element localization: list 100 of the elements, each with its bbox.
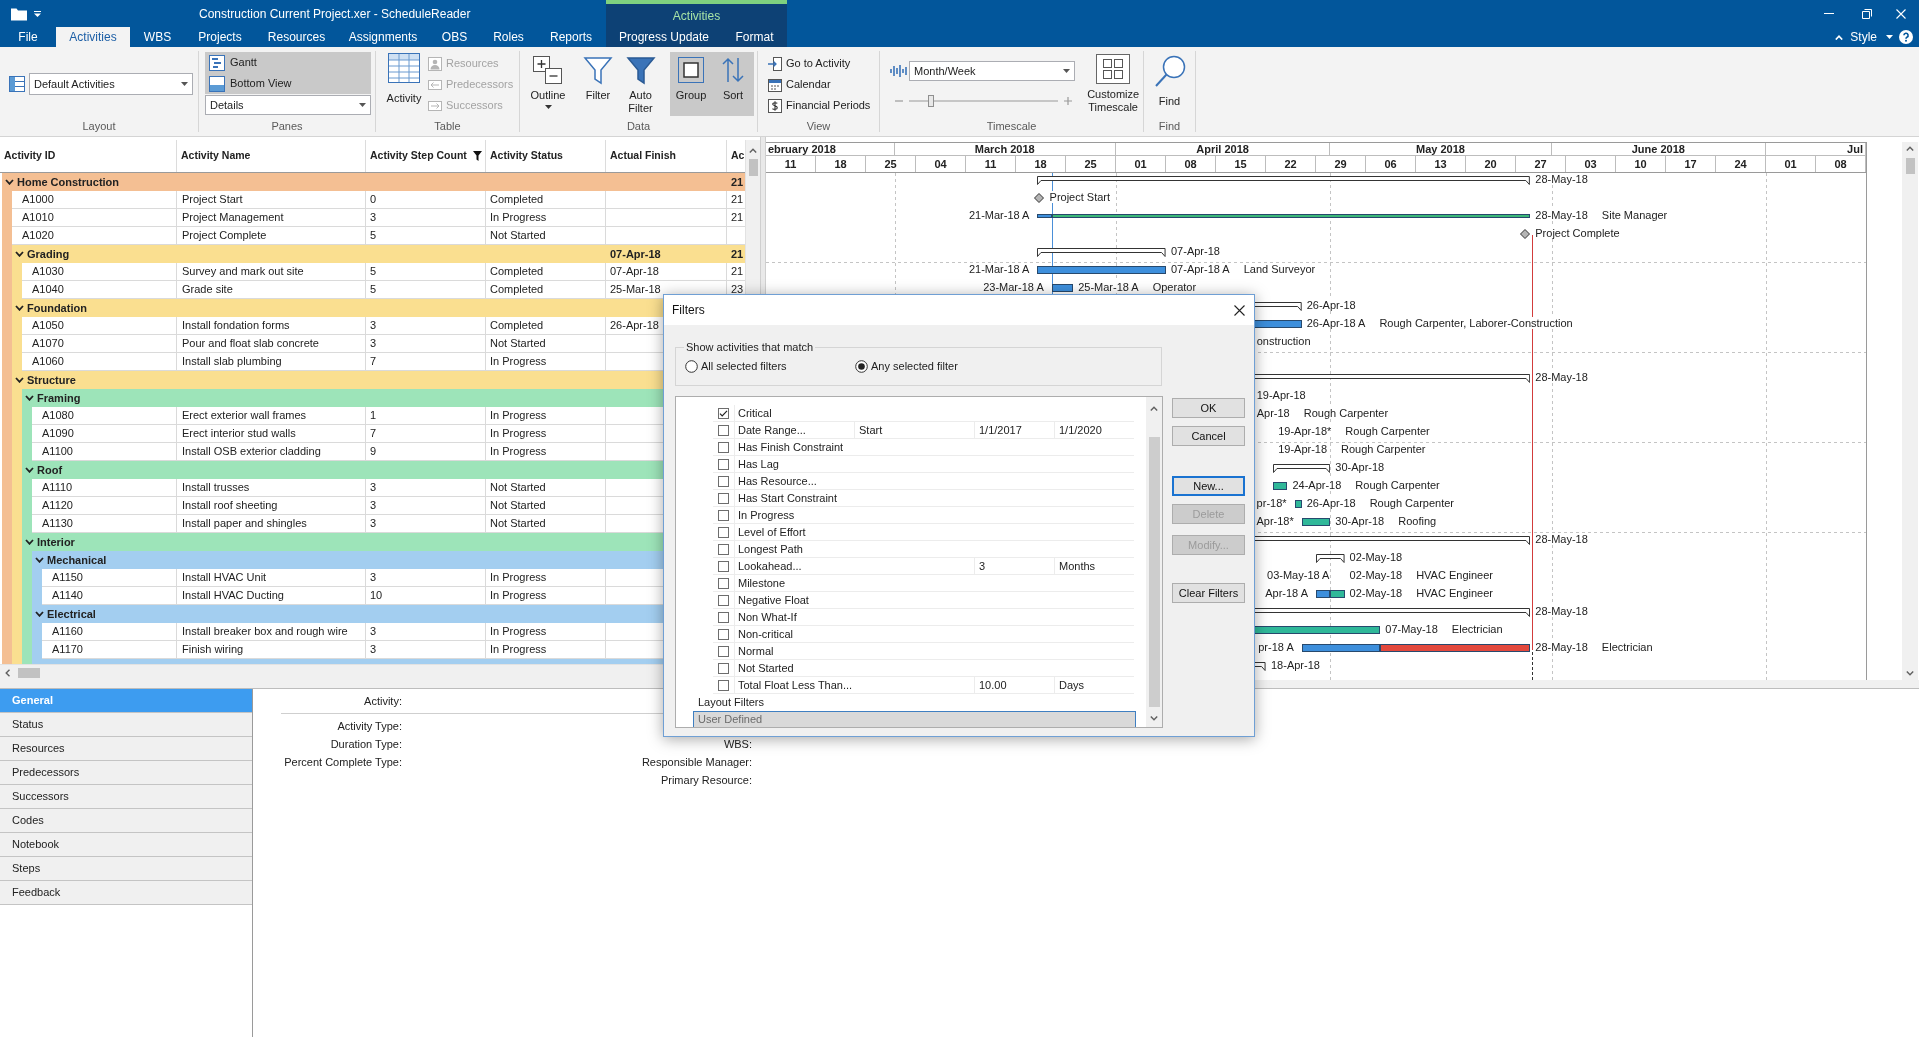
week-label: 17 bbox=[1666, 156, 1716, 172]
activity-id: A1150 bbox=[51, 570, 84, 586]
group-label: Find bbox=[1158, 119, 1181, 135]
bar-label: 26-Apr-18 bbox=[1306, 299, 1356, 311]
bar-label: 03-May-18 A bbox=[1267, 569, 1330, 581]
week-label: 25 bbox=[1066, 156, 1116, 172]
activity-id: A1140 bbox=[51, 588, 84, 604]
group-label: Layout bbox=[82, 119, 116, 135]
bar-label: 21-Mar-18 A bbox=[968, 263, 1030, 275]
filter-name: Has Start Constraint bbox=[734, 490, 854, 506]
filter-value: 10.00 bbox=[974, 677, 1054, 693]
activity-name: Project Complete bbox=[181, 228, 268, 244]
step-count: 3 bbox=[369, 570, 378, 586]
step-count: 10 bbox=[369, 588, 384, 604]
bar-label: 28-May-18 bbox=[1535, 371, 1588, 383]
group-name: Grading bbox=[27, 246, 70, 262]
activity-id: A1160 bbox=[51, 624, 84, 640]
activity-id: A1080 bbox=[41, 408, 75, 424]
week-label: 01 bbox=[1766, 156, 1816, 172]
activity-status: In Progress bbox=[489, 624, 548, 640]
step-count: 3 bbox=[369, 642, 378, 658]
step-count: 3 bbox=[369, 624, 378, 640]
bar-label: 30-Apr-18 bbox=[1335, 461, 1385, 473]
bar-label: Apr-18* bbox=[1256, 515, 1294, 527]
week-label: 01 bbox=[1116, 156, 1166, 172]
resource-label: Land Surveyor bbox=[1243, 263, 1316, 275]
week-label: 10 bbox=[1616, 156, 1666, 172]
dialog-title: Filters bbox=[672, 302, 705, 319]
activity-id: A1020 bbox=[21, 228, 55, 244]
bar-label: Project Start bbox=[1049, 191, 1111, 203]
activity-status: Completed bbox=[489, 264, 545, 280]
resource-label: Rough Carpenter bbox=[1345, 425, 1430, 437]
field-label: Percent Complete Type: bbox=[284, 754, 402, 770]
filter-name: Non-critical bbox=[734, 626, 854, 642]
step-count: 3 bbox=[369, 480, 378, 496]
activity-status: In Progress bbox=[489, 444, 548, 460]
month-label: June 2018 bbox=[1551, 143, 1766, 156]
filter-name: Has Finish Constraint bbox=[734, 439, 854, 455]
activity-name: Install HVAC Ducting bbox=[181, 588, 285, 604]
activity-name: Install fondation forms bbox=[181, 318, 291, 334]
week-label: 29 bbox=[1316, 156, 1366, 172]
activity-name: Grade site bbox=[181, 282, 234, 298]
bar-label: 07-Apr-18 bbox=[1171, 245, 1220, 257]
field-label: Duration Type: bbox=[330, 736, 402, 752]
step-count: 5 bbox=[369, 264, 378, 280]
resource-label: HVAC Engineer bbox=[1416, 587, 1493, 599]
activity-name: Pour and float slab concrete bbox=[181, 336, 320, 352]
bar-label: 18-Apr-18 bbox=[1271, 659, 1320, 671]
bar-label: 28-May-18 bbox=[1535, 209, 1588, 221]
activity-id: A1110 bbox=[41, 480, 74, 496]
activity-status: In Progress bbox=[489, 426, 548, 442]
step-count: 1 bbox=[369, 408, 378, 424]
week-label: 06 bbox=[1366, 156, 1416, 172]
step-count: 0 bbox=[369, 192, 378, 208]
filter-value: Months bbox=[1054, 558, 1134, 574]
week-label: 24 bbox=[1716, 156, 1766, 172]
filter-name: Longest Path bbox=[734, 541, 854, 557]
activity-id: A1090 bbox=[41, 426, 75, 442]
step-count: 5 bbox=[369, 282, 378, 298]
step-count: 3 bbox=[369, 318, 378, 334]
activity-name: Install HVAC Unit bbox=[181, 570, 268, 586]
filter-name: Not Started bbox=[734, 660, 854, 676]
activity-id: A1040 bbox=[31, 282, 65, 298]
activity-status: In Progress bbox=[489, 354, 548, 370]
bar-label: 28-May-18 bbox=[1535, 533, 1588, 545]
step-count: 7 bbox=[369, 426, 378, 442]
field-label: Primary Resource: bbox=[660, 772, 752, 788]
group-label: Table bbox=[434, 119, 461, 135]
activity-status: Completed bbox=[489, 192, 545, 208]
filter-name: Level of Effort bbox=[734, 524, 854, 540]
bar-label: 07-Apr-18 A bbox=[1171, 263, 1230, 275]
activity-status: In Progress bbox=[489, 570, 548, 586]
filter-name: Milestone bbox=[734, 575, 854, 591]
bar-label: pr-18 A bbox=[1258, 641, 1294, 653]
activity-id: A1170 bbox=[51, 642, 84, 658]
step-count: 5 bbox=[369, 228, 378, 244]
week-label: 08 bbox=[1816, 156, 1866, 172]
group-name: Framing bbox=[37, 390, 81, 406]
bar-label: 23-Mar-18 A bbox=[983, 281, 1044, 293]
filter-name: Total Float Less Than... bbox=[734, 677, 854, 693]
bar-label: Project Complete bbox=[1535, 227, 1620, 239]
bar-label: 24-Apr-18 bbox=[1292, 479, 1342, 491]
activity-status: In Progress bbox=[489, 408, 548, 424]
activity-name: Install OSB exterior cladding bbox=[181, 444, 322, 460]
bar-label: 21-Mar-18 A bbox=[968, 209, 1030, 221]
week-label: 03 bbox=[1566, 156, 1616, 172]
activity-name: Project Start bbox=[181, 192, 244, 208]
bar-label: 02-May-18 bbox=[1349, 587, 1403, 599]
week-label: 22 bbox=[1266, 156, 1316, 172]
resource-label: Site Manager bbox=[1601, 209, 1668, 221]
bar-label: 30-Apr-18 bbox=[1335, 515, 1385, 527]
activity-name: Install slab plumbing bbox=[181, 354, 283, 370]
activity-status: In Progress bbox=[489, 210, 548, 226]
filter-value: 1/1/2020 bbox=[1054, 422, 1134, 438]
activity-name: Install paper and shingles bbox=[181, 516, 308, 532]
activity-status: Not Started bbox=[489, 228, 547, 244]
group-label: Timescale bbox=[986, 119, 1037, 135]
activity-id: A1070 bbox=[31, 336, 65, 352]
activity-id: A1100 bbox=[41, 444, 74, 460]
bar-label: 02-May-18 bbox=[1349, 569, 1403, 581]
